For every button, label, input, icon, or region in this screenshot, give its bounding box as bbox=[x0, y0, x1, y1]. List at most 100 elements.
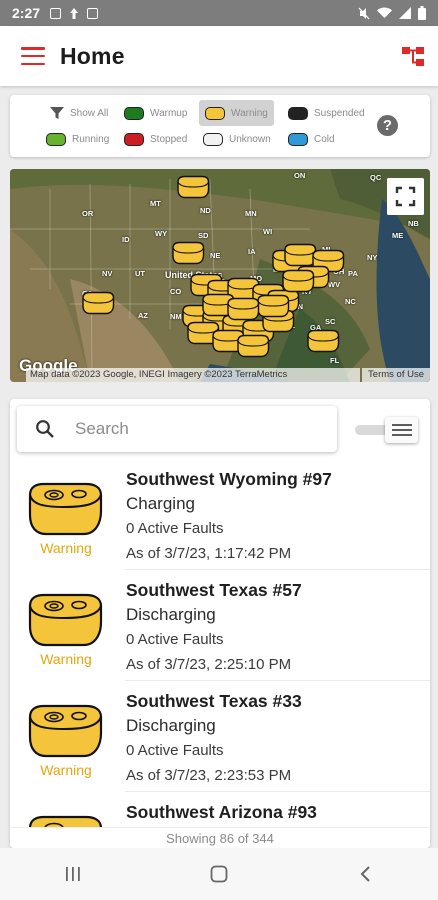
map-battery-pin-icon[interactable] bbox=[280, 269, 316, 293]
updated-time: As of 3/7/23, 1:17:42 PM bbox=[126, 545, 292, 562]
station-state: Charging bbox=[126, 494, 195, 513]
list-item[interactable]: Warning Southwest Texas #33 Discharging … bbox=[10, 681, 430, 792]
map-state-label: ND bbox=[200, 206, 211, 215]
terms-of-use-link[interactable]: Terms of Use bbox=[362, 368, 430, 382]
station-state: Discharging bbox=[126, 716, 216, 735]
status-label: Warning bbox=[40, 540, 92, 556]
status-label: Warning bbox=[40, 651, 92, 667]
station-name: Southwest Texas #57 bbox=[126, 580, 302, 600]
battery-warning-icon bbox=[28, 593, 103, 647]
station-state: Discharging bbox=[126, 605, 216, 624]
list-item[interactable]: Warning Southwest Texas #57 Discharging … bbox=[10, 570, 430, 681]
hamburger-menu-icon[interactable] bbox=[21, 47, 45, 65]
help-icon[interactable]: ? bbox=[377, 115, 398, 136]
map-battery-pin-icon[interactable] bbox=[175, 175, 211, 199]
legend-running[interactable]: Running bbox=[42, 129, 113, 149]
list-view-toggle[interactable] bbox=[355, 417, 418, 443]
updated-time: As of 3/7/23, 2:23:53 PM bbox=[126, 767, 292, 784]
battery-chip-icon bbox=[124, 106, 144, 120]
status-legend: Show All Warmup Warning Suspended Runnin… bbox=[10, 95, 430, 157]
battery-warning-icon bbox=[28, 704, 103, 758]
legend-label: Stopped bbox=[150, 133, 188, 145]
hierarchy-icon[interactable] bbox=[400, 43, 426, 69]
legend-warmup[interactable]: Warmup bbox=[120, 103, 191, 123]
search-input[interactable]: Search bbox=[17, 406, 337, 452]
status-label: Warning bbox=[40, 762, 92, 778]
legend-warning[interactable]: Warning bbox=[199, 100, 274, 126]
map-state-label: CO bbox=[170, 287, 182, 296]
map-state-label: PA bbox=[348, 269, 358, 278]
map-state-label: NE bbox=[210, 251, 221, 260]
battery-chip-icon bbox=[124, 132, 144, 146]
home-icon[interactable] bbox=[199, 859, 239, 889]
battery-warning-icon bbox=[28, 482, 103, 536]
station-name: Southwest Texas #33 bbox=[126, 691, 302, 711]
legend-label: Unknown bbox=[229, 133, 271, 145]
map-state-label: IA bbox=[248, 247, 256, 256]
upload-icon bbox=[70, 7, 79, 19]
map-state-label: SD bbox=[198, 231, 209, 240]
list-item[interactable]: Warning Southwest Wyoming #97 Charging 0… bbox=[10, 459, 430, 570]
map-state-label: OR bbox=[82, 209, 94, 218]
battery-chip-icon bbox=[46, 132, 66, 146]
map-state-label: MT bbox=[150, 199, 161, 208]
legend-label: Warmup bbox=[150, 107, 188, 119]
legend-label: Running bbox=[72, 133, 110, 145]
legend-label: Suspended bbox=[314, 107, 365, 119]
legend-label: Warning bbox=[231, 107, 268, 119]
search-placeholder: Search bbox=[75, 419, 129, 438]
map-state-label: NB bbox=[408, 219, 419, 228]
search-icon bbox=[36, 420, 54, 438]
battery-chip-icon bbox=[288, 106, 308, 120]
map-state-label: MN bbox=[245, 209, 257, 218]
back-icon[interactable] bbox=[345, 859, 385, 889]
map-state-label: WY bbox=[155, 229, 168, 238]
map-state-label: QC bbox=[370, 173, 382, 182]
station-name: Southwest Arizona #93 bbox=[126, 802, 317, 822]
map-state-label: ME bbox=[392, 231, 404, 240]
battery-chip-icon bbox=[205, 106, 225, 120]
battery-icon bbox=[418, 6, 426, 20]
battery-chip-icon bbox=[203, 132, 223, 146]
legend-unknown[interactable]: Unknown bbox=[199, 129, 275, 149]
map-battery-pin-icon[interactable] bbox=[235, 334, 271, 358]
map-battery-pin-icon[interactable] bbox=[170, 241, 206, 265]
map-state-label: ON bbox=[294, 171, 306, 180]
page-title: Home bbox=[60, 42, 125, 69]
map-battery-pin-icon[interactable] bbox=[80, 291, 116, 315]
map-state-label: SC bbox=[325, 317, 336, 326]
map-attribution-text: Map data ©2023 Google, INEGI Imagery ©20… bbox=[26, 368, 361, 382]
recent-apps-icon[interactable] bbox=[53, 859, 93, 889]
map-state-label: WI bbox=[263, 227, 273, 236]
legend-stopped[interactable]: Stopped bbox=[120, 129, 191, 149]
map-attribution: Map data ©2023 Google, INEGI Imagery ©20… bbox=[26, 368, 430, 382]
updated-time: As of 3/7/23, 2:25:10 PM bbox=[126, 656, 292, 673]
results-count: Showing 86 of 344 bbox=[10, 827, 430, 848]
system-nav-bar bbox=[0, 848, 438, 900]
map-state-label: AZ bbox=[138, 311, 148, 320]
signal-icon bbox=[399, 7, 411, 19]
status-bar: 2:27 bbox=[0, 0, 438, 26]
legend-cold[interactable]: Cold bbox=[284, 129, 339, 149]
app-icon bbox=[87, 7, 99, 19]
map-state-label: NC bbox=[345, 297, 356, 306]
active-faults: 0 Active Faults bbox=[126, 631, 224, 648]
map-state-label: UT bbox=[135, 269, 145, 278]
map-state-label: NV bbox=[102, 269, 113, 278]
active-faults: 0 Active Faults bbox=[126, 520, 224, 537]
notification-icons bbox=[50, 7, 99, 20]
map-state-label: NY bbox=[367, 253, 378, 262]
legend-show-all[interactable]: Show All bbox=[46, 103, 112, 123]
map-battery-pin-icon[interactable] bbox=[225, 297, 261, 321]
image-icon bbox=[50, 7, 62, 19]
fullscreen-icon[interactable] bbox=[387, 178, 424, 215]
map-view[interactable]: ND MN SD WI NE IA NV United States KS MO… bbox=[10, 169, 430, 382]
legend-label: Cold bbox=[314, 133, 335, 145]
station-name: Southwest Wyoming #97 bbox=[126, 469, 332, 489]
map-battery-pin-icon[interactable] bbox=[305, 329, 341, 353]
status-time: 2:27 bbox=[12, 5, 41, 21]
legend-suspended[interactable]: Suspended bbox=[284, 103, 369, 123]
mute-icon bbox=[358, 7, 370, 19]
active-faults: 0 Active Faults bbox=[126, 742, 224, 759]
legend-label: Show All bbox=[70, 107, 109, 119]
